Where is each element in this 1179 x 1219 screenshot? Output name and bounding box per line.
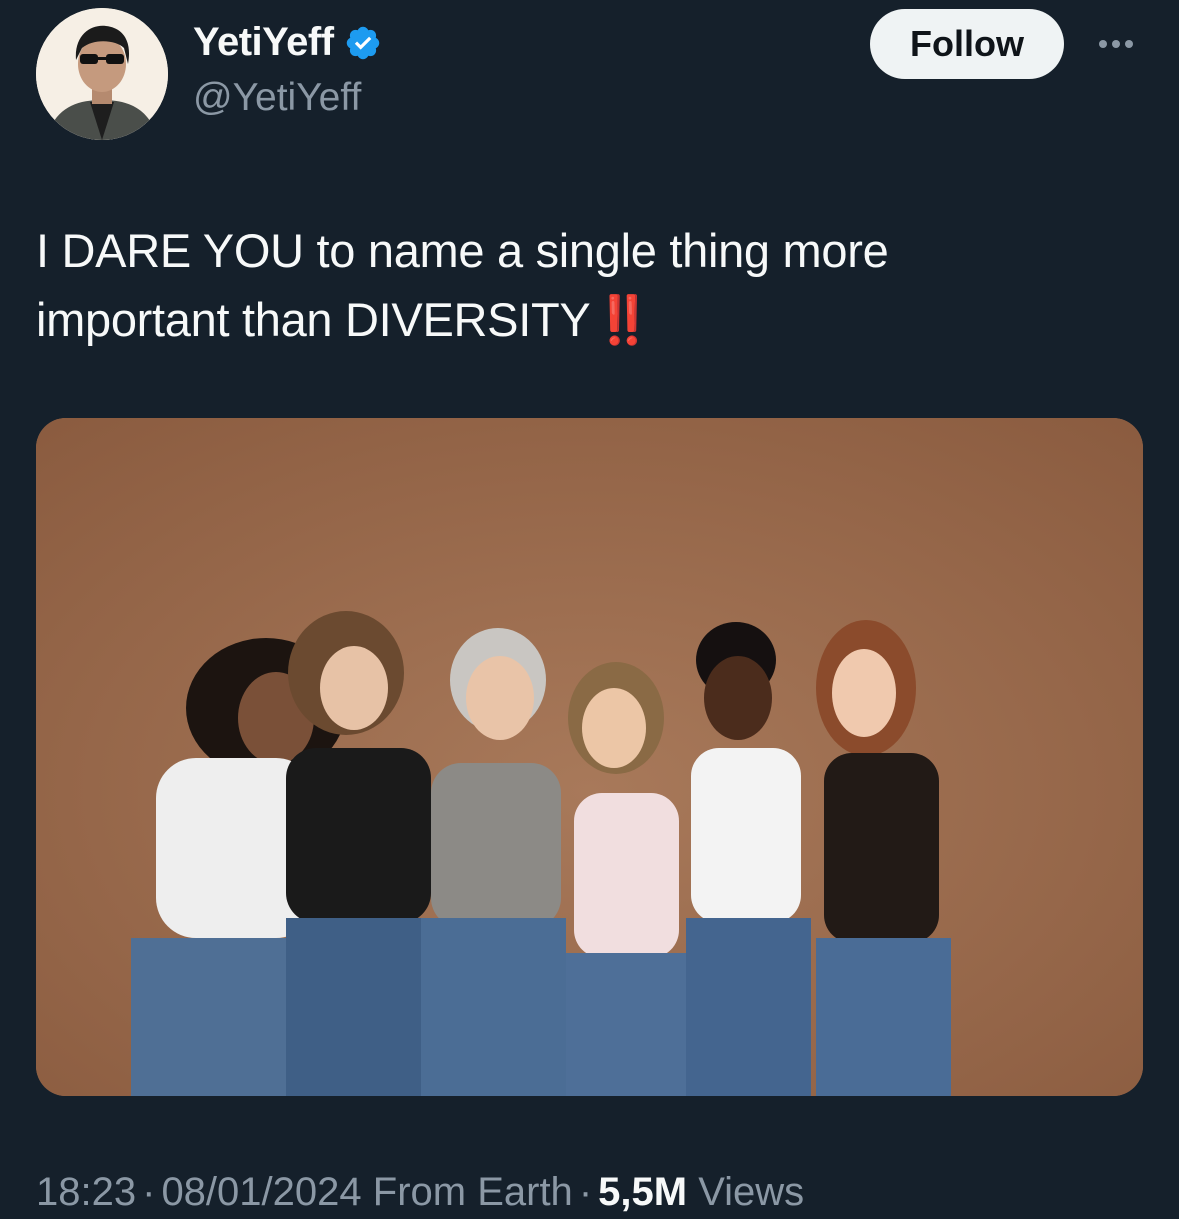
tweet-text-line-2-wrap: important than DIVERSITY‼️ (36, 285, 1136, 354)
tweet-meta: 18:23 · 08/01/2024 From Earth · 5,5M Views (36, 1170, 804, 1215)
views-count[interactable]: 5,5M (598, 1170, 687, 1214)
tweet-photo[interactable] (36, 418, 1143, 1096)
avatar[interactable] (36, 8, 168, 140)
tweet-text-line-1: I DARE YOU to name a single thing more (36, 224, 889, 277)
tweet-text: I DARE YOU to name a single thing more i… (36, 216, 1136, 354)
photo-image (36, 418, 1143, 1096)
views-label: Views (698, 1170, 805, 1214)
double-exclamation-emoji: ‼️ (594, 293, 653, 346)
more-horizontal-icon[interactable] (1090, 24, 1142, 64)
display-name[interactable]: YetiYeff (193, 20, 334, 65)
follow-button[interactable]: Follow (870, 9, 1064, 79)
verified-badge-icon[interactable] (344, 24, 382, 62)
tweet-date[interactable]: 08/01/2024 (161, 1170, 361, 1214)
meta-separator-2: · (578, 1170, 593, 1214)
tweet-time[interactable]: 18:23 (36, 1170, 136, 1214)
meta-separator: · (142, 1170, 156, 1214)
author-name-row[interactable]: YetiYeff (193, 20, 382, 65)
tweet-text-line-2: important than DIVERSITY (36, 293, 591, 346)
avatar-image (36, 8, 168, 140)
tweet-source: From Earth (372, 1170, 573, 1214)
author-handle[interactable]: @YetiYeff (193, 76, 361, 120)
